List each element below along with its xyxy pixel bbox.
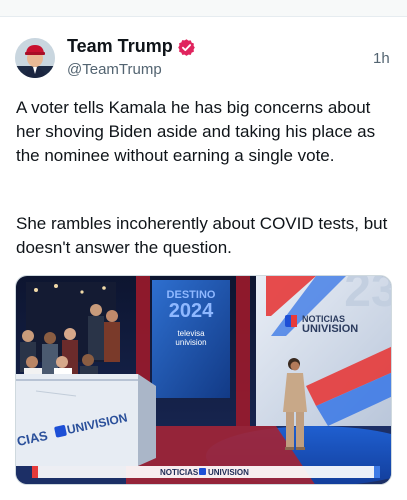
svg-text:UNIVISION: UNIVISION — [302, 323, 358, 335]
town-hall-scene-image: DESTINO 2024 televisa univision 23 NOTIC… — [16, 276, 392, 484]
verified-badge-icon — [178, 39, 195, 56]
post-card[interactable]: Team Trump @TeamTrump 1h A voter tells K… — [0, 17, 407, 500]
avatar-image — [15, 38, 55, 78]
post-text-paragraph: She rambles incoherently about COVID tes… — [16, 214, 388, 257]
avatar[interactable] — [15, 38, 55, 78]
top-divider-strip — [0, 0, 407, 17]
stage-screen-partner-text: televisa — [177, 329, 205, 338]
post-text-paragraph: A voter tells Kamala he has big concerns… — [16, 98, 376, 165]
svg-text:UNIVISION: UNIVISION — [208, 468, 249, 477]
post-timestamp[interactable]: 1h — [373, 50, 390, 67]
svg-text:23: 23 — [344, 276, 392, 317]
post-media-video-frame[interactable]: DESTINO 2024 televisa univision 23 NOTIC… — [15, 275, 392, 485]
author-handle[interactable]: @TeamTrump — [67, 61, 162, 78]
svg-text:univision: univision — [175, 338, 206, 347]
chyron-brand: NOTICIAS — [160, 468, 199, 477]
svg-text:2024: 2024 — [169, 300, 214, 322]
author-name[interactable]: Team Trump — [67, 36, 173, 57]
